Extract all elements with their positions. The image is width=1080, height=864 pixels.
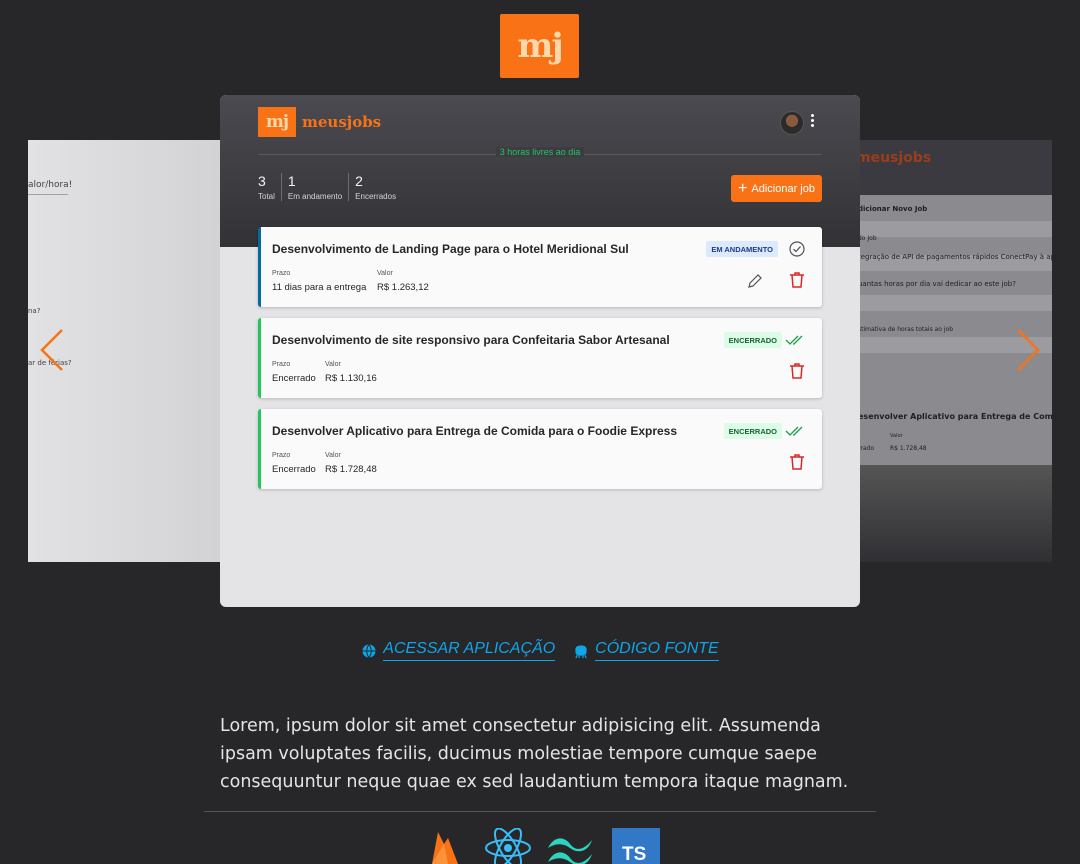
slide-text: dicionar Novo Job <box>858 205 928 213</box>
app-name: meusjobs <box>302 113 382 131</box>
app-brand: mj meusjobs <box>258 107 381 137</box>
slide-text: do Job <box>858 235 877 242</box>
slide-text: esenvolver Aplicativo para Entrega de Co… <box>858 412 1052 421</box>
logo-text: mj <box>517 26 563 66</box>
job-card[interactable]: Desenvolvimento de Landing Page para o H… <box>258 227 822 307</box>
slide-text: alor/hora! <box>28 180 73 190</box>
value-amount: R$ 1.728,48 <box>325 464 377 475</box>
slide-brand: meusjobs <box>856 150 932 166</box>
double-check-icon <box>785 335 803 345</box>
chevron-left-icon[interactable] <box>36 328 66 372</box>
slide-text: rrado <box>858 445 874 452</box>
more-vertical-icon[interactable] <box>811 114 815 130</box>
project-links: ACESSAR APLICAÇÃO CÓDIGO FONTE <box>0 640 1080 661</box>
stat-number: 1 <box>287 173 296 189</box>
status-badge: ENCERRADO <box>723 423 782 439</box>
chevron-right-icon[interactable] <box>1014 328 1044 372</box>
value-amount: R$ 1.130,16 <box>325 373 377 384</box>
deadline-value: 11 dias para a entrega <box>272 282 367 293</box>
carousel-slide-current: mj meusjobs 3 horas livres ao dia 3 Tota… <box>220 95 860 607</box>
avatar[interactable] <box>780 111 804 135</box>
status-badge: EM ANDAMENTO <box>706 241 778 257</box>
stat-label: Encerrados <box>355 192 397 201</box>
stat-in-progress: 1 Em andamento <box>287 173 350 201</box>
slide-text: na? <box>28 307 41 315</box>
stat-total: 3 Total <box>258 173 282 201</box>
double-check-icon <box>785 426 803 436</box>
value-label: Valor <box>377 270 393 277</box>
slide-text: R$ 1.728,48 <box>890 445 927 452</box>
deadline-label: Prazo <box>272 270 291 277</box>
project-description: Lorem, ipsum dolor sit amet consectetur … <box>220 716 849 792</box>
tailwind-icon <box>548 838 592 864</box>
job-card[interactable]: Desenvolver Aplicativo para Entrega de C… <box>258 409 822 489</box>
trash-icon[interactable] <box>788 271 806 289</box>
stat-label: Total <box>258 192 275 201</box>
value-label: Valor <box>325 452 341 459</box>
trash-icon[interactable] <box>788 362 806 380</box>
stat-closed: 2 Encerrados <box>355 173 402 201</box>
add-job-button[interactable]: + Adicionar job <box>731 175 822 202</box>
job-title: Desenvolvimento de site responsivo para … <box>272 333 670 347</box>
source-code-label: CÓDIGO FONTE <box>595 640 719 661</box>
divider <box>28 194 68 195</box>
free-hours-label: 3 horas livres ao dia <box>495 147 585 157</box>
github-octocat-icon <box>575 644 587 658</box>
plus-icon: + <box>738 179 748 197</box>
slide-backdrop <box>852 465 1052 562</box>
deadline-value: Encerrado <box>272 464 316 475</box>
slide-text: stimativa de horas totais ao job <box>858 326 954 333</box>
free-hours: 3 horas livres ao dia <box>220 147 860 157</box>
deadline-value: Encerrado <box>272 373 316 384</box>
open-app-link[interactable]: ACESSAR APLICAÇÃO <box>361 640 556 661</box>
trash-icon[interactable] <box>788 453 806 471</box>
stat-number: 2 <box>355 173 363 189</box>
slide-text: Valor <box>890 433 903 439</box>
app-header: mj meusjobs 3 horas livres ao dia 3 Tota… <box>220 95 860 247</box>
stat-number: 3 <box>258 173 266 189</box>
site-logo: mj <box>500 14 579 78</box>
slide-text: tegração de API de pagamentos rápidos Co… <box>858 253 1052 261</box>
firebase-icon <box>432 832 458 864</box>
status-badge: ENCERRADO <box>723 332 782 348</box>
form-field <box>852 295 1052 311</box>
value-label: Valor <box>325 361 341 368</box>
deadline-label: Prazo <box>272 452 291 459</box>
job-stats: 3 Total 1 Em andamento 2 Encerrados <box>258 173 408 201</box>
typescript-label: TS <box>622 844 647 864</box>
check-circle-icon[interactable] <box>789 241 805 257</box>
form-field <box>852 221 1052 237</box>
stat-label: Em andamento <box>287 192 343 201</box>
add-job-label: Adicionar job <box>751 182 815 195</box>
slide-header: meusjobs <box>852 140 1052 200</box>
react-icon <box>485 828 531 864</box>
open-app-label: ACESSAR APLICAÇÃO <box>383 640 556 661</box>
deadline-label: Prazo <box>272 361 291 368</box>
job-title: Desenvolvimento de Landing Page para o H… <box>272 242 629 256</box>
typescript-icon: TS <box>612 828 660 864</box>
divider <box>204 811 876 812</box>
source-code-link[interactable]: CÓDIGO FONTE <box>573 640 719 661</box>
app-logo: mj <box>258 107 296 137</box>
job-title: Desenvolver Aplicativo para Entrega de C… <box>272 424 678 438</box>
slide-text: uantas horas por dia vai dedicar ao este… <box>858 280 1016 288</box>
edit-icon[interactable] <box>746 272 764 290</box>
job-card[interactable]: Desenvolvimento de site responsivo para … <box>258 318 822 398</box>
value-amount: R$ 1.263,12 <box>377 282 429 293</box>
globe-icon <box>362 643 376 658</box>
